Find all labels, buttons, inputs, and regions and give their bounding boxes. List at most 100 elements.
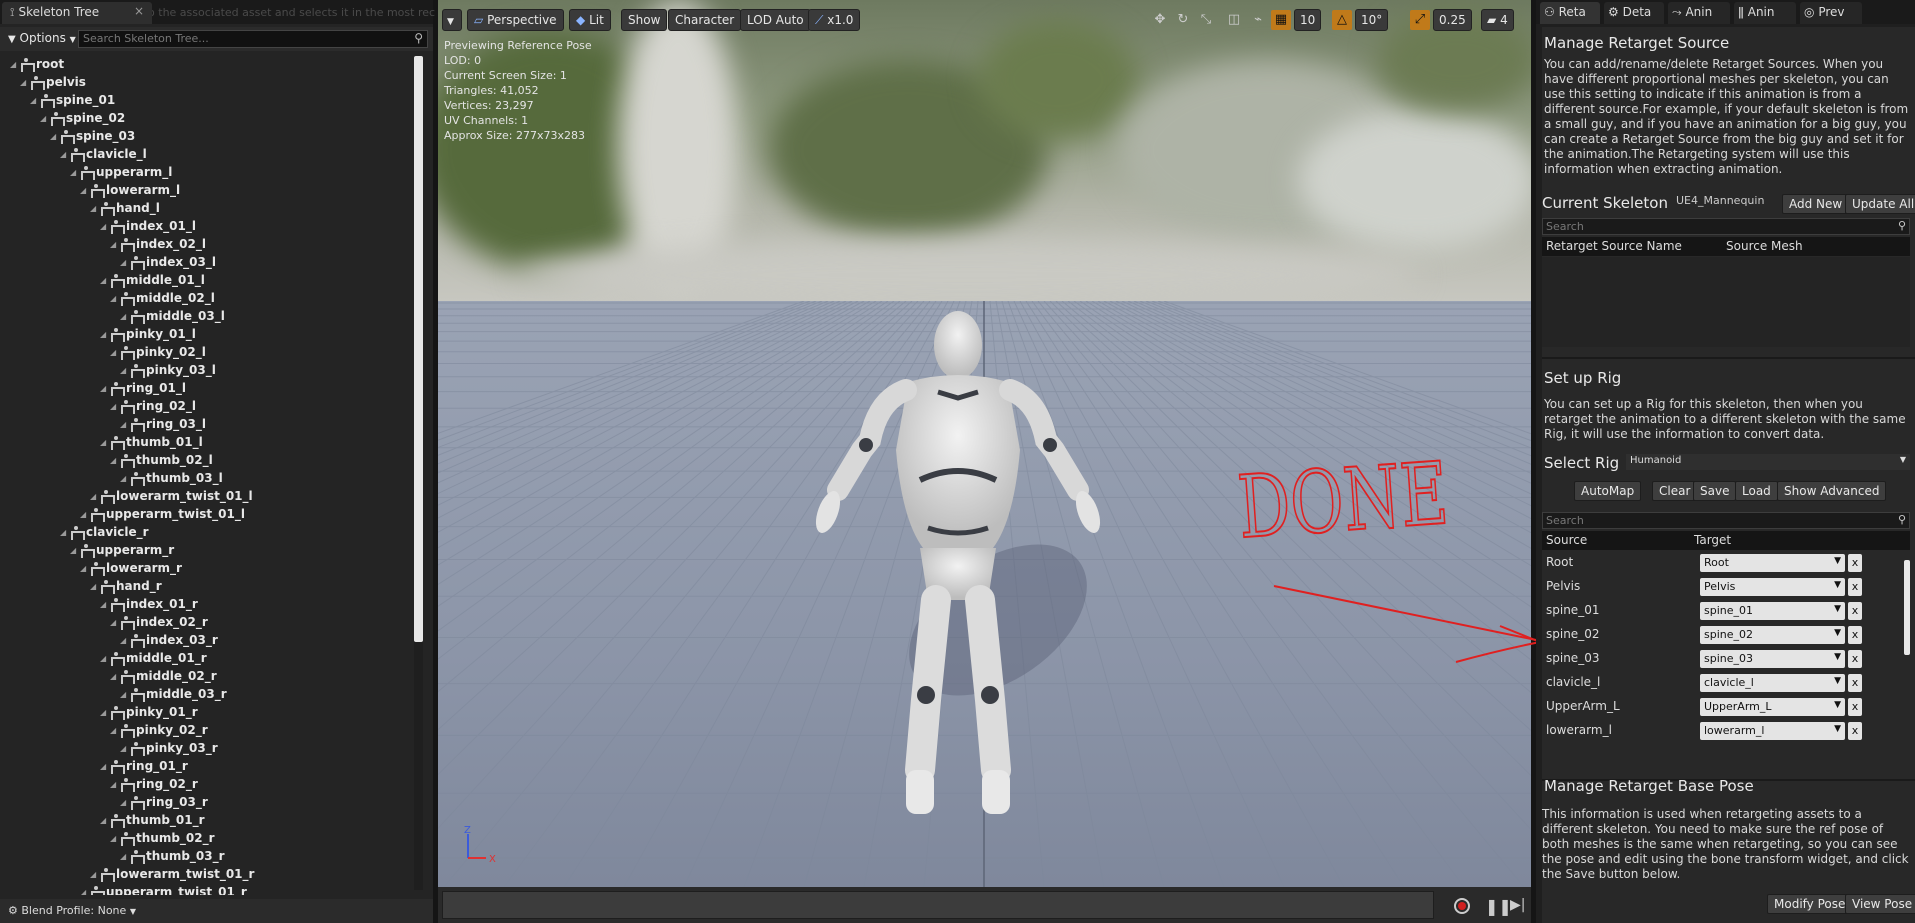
expand-arrow-icon[interactable]: ◢ (120, 254, 130, 272)
expand-arrow-icon[interactable]: ◢ (100, 704, 110, 722)
rig-target-select[interactable]: spine_03 ▼ (1700, 650, 1845, 668)
modify-pose-button[interactable]: Modify Pose (1767, 894, 1853, 914)
timeline-scrubber[interactable] (442, 891, 1434, 919)
expand-arrow-icon[interactable]: ◢ (70, 164, 80, 182)
expand-arrow-icon[interactable]: ◢ (100, 272, 110, 290)
character-button[interactable]: Character (668, 9, 742, 31)
rig-target-select[interactable]: UpperArm_L ▼ (1700, 698, 1845, 716)
rig-select[interactable]: Humanoid ▼ (1626, 454, 1910, 470)
expand-arrow-icon[interactable]: ◢ (110, 236, 120, 254)
tree-bone-item[interactable]: ◢ lowerarm_r (80, 559, 182, 577)
load-rig-button[interactable]: Load (1735, 481, 1778, 501)
rig-search[interactable]: Search ⚲ (1542, 512, 1910, 529)
tree-bone-item[interactable]: ◢ ring_02_l (110, 397, 196, 415)
playback-speed-button[interactable]: ⟋ x1.0 (808, 9, 861, 31)
expand-arrow-icon[interactable]: ◢ (110, 722, 120, 740)
tree-bone-item[interactable]: ◢ upperarm_twist_01_l (80, 505, 245, 523)
expand-arrow-icon[interactable]: ◢ (100, 434, 110, 452)
tree-bone-item[interactable]: ◢ thumb_01_r (100, 811, 205, 829)
tree-bone-item[interactable]: ◢ index_01_l (100, 217, 196, 235)
viewport-options-button[interactable]: ▼ (442, 9, 462, 31)
expand-arrow-icon[interactable]: ◢ (70, 542, 80, 560)
rig-target-select[interactable]: spine_02 ▼ (1700, 626, 1845, 644)
add-new-button[interactable]: Add New (1782, 194, 1850, 214)
expand-arrow-icon[interactable]: ◢ (90, 200, 100, 218)
tree-bone-item[interactable]: ◢ pinky_01_l (100, 325, 196, 343)
tree-bone-item[interactable]: ◢ ring_03_r (120, 793, 208, 811)
tree-bone-item[interactable]: ◢ index_03_r (120, 631, 218, 649)
tree-bone-item[interactable]: ◢ index_03_l (120, 253, 216, 271)
surface-snap-icon[interactable]: ⌁ (1248, 10, 1268, 30)
rig-target-select[interactable]: lowerarm_l ▼ (1700, 722, 1845, 740)
tree-bone-item[interactable]: ◢ upperarm_twist_01_r (80, 883, 247, 895)
tree-bone-item[interactable]: ◢ clavicle_l (60, 145, 147, 163)
expand-arrow-icon[interactable]: ◢ (120, 416, 130, 434)
tree-bone-item[interactable]: ◢ index_01_r (100, 595, 198, 613)
tree-bone-item[interactable]: ◢ middle_03_l (120, 307, 225, 325)
tree-bone-item[interactable]: ◢ index_02_r (110, 613, 208, 631)
expand-arrow-icon[interactable]: ◢ (110, 830, 120, 848)
expand-arrow-icon[interactable]: ◢ (100, 596, 110, 614)
expand-arrow-icon[interactable]: ◢ (30, 92, 40, 110)
tree-bone-item[interactable]: ◢ lowerarm_twist_01_r (90, 865, 254, 883)
update-all-button[interactable]: Update All (1845, 194, 1915, 214)
clear-mapping-button[interactable]: x (1848, 626, 1862, 644)
clear-mapping-button[interactable]: x (1848, 578, 1862, 596)
expand-arrow-icon[interactable]: ◢ (80, 884, 90, 896)
tree-bone-item[interactable]: ◢ spine_02 (40, 109, 125, 127)
clear-mapping-button[interactable]: x (1848, 674, 1862, 692)
tree-bone-item[interactable]: ◢ pelvis (20, 73, 86, 91)
expand-arrow-icon[interactable]: ◢ (100, 218, 110, 236)
tree-bone-item[interactable]: ◢ hand_l (90, 199, 160, 217)
expand-arrow-icon[interactable]: ◢ (40, 110, 50, 128)
rig-target-select[interactable]: Root ▼ (1700, 554, 1845, 572)
expand-arrow-icon[interactable]: ◢ (90, 488, 100, 506)
expand-arrow-icon[interactable]: ◢ (100, 812, 110, 830)
expand-arrow-icon[interactable]: ◢ (120, 308, 130, 326)
expand-arrow-icon[interactable]: ◢ (120, 362, 130, 380)
record-icon[interactable] (1454, 898, 1470, 914)
grid-snap-value[interactable]: 10 (1294, 9, 1322, 31)
clear-mapping-button[interactable]: x (1848, 602, 1862, 620)
tree-bone-item[interactable]: ◢ ring_01_l (100, 379, 186, 397)
expand-arrow-icon[interactable]: ◢ (120, 632, 130, 650)
perspective-button[interactable]: ▱ Perspective (467, 9, 564, 31)
tree-bone-item[interactable]: ◢ middle_01_r (100, 649, 207, 667)
save-rig-button[interactable]: Save (1693, 481, 1737, 501)
close-tab-icon[interactable]: × (134, 4, 144, 18)
expand-arrow-icon[interactable]: ◢ (10, 56, 20, 74)
tab-details[interactable]: ⚙ Deta (1604, 2, 1664, 24)
expand-arrow-icon[interactable]: ◢ (110, 290, 120, 308)
expand-arrow-icon[interactable]: ◢ (80, 506, 90, 524)
tree-bone-item[interactable]: ◢ thumb_01_l (100, 433, 203, 451)
tree-bone-item[interactable]: ◢ root (10, 55, 64, 73)
tree-bone-item[interactable]: ◢ upperarm_l (70, 163, 172, 181)
automap-button[interactable]: AutoMap (1574, 481, 1642, 501)
scale-snap-value[interactable]: 0.25 (1433, 9, 1472, 31)
expand-arrow-icon[interactable]: ◢ (60, 146, 70, 164)
show-advanced-button[interactable]: Show Advanced (1777, 481, 1887, 501)
tree-bone-item[interactable]: ◢ pinky_03_l (120, 361, 216, 379)
tree-bone-item[interactable]: ◢ middle_03_r (120, 685, 227, 703)
tree-bone-item[interactable]: ◢ thumb_03_l (120, 469, 223, 487)
tree-bone-item[interactable]: ◢ thumb_03_r (120, 847, 225, 865)
expand-arrow-icon[interactable]: ◢ (90, 578, 100, 596)
tree-bone-item[interactable]: ◢ thumb_02_r (110, 829, 215, 847)
expand-arrow-icon[interactable]: ◢ (120, 848, 130, 866)
expand-arrow-icon[interactable]: ◢ (100, 326, 110, 344)
clear-mapping-button[interactable]: x (1848, 554, 1862, 572)
tree-bone-item[interactable]: ◢ index_02_l (110, 235, 206, 253)
expand-arrow-icon[interactable]: ◢ (110, 344, 120, 362)
tab-anim-notifies[interactable]: ⤳ Anin (1668, 2, 1730, 24)
camera-speed-button[interactable]: ▰ 4 (1481, 9, 1514, 31)
tree-bone-item[interactable]: ◢ thumb_02_l (110, 451, 213, 469)
tree-bone-item[interactable]: ◢ spine_03 (50, 127, 135, 145)
expand-arrow-icon[interactable]: ◢ (120, 740, 130, 758)
skeleton-search-input[interactable]: Search Skeleton Tree... ⚲ (78, 30, 428, 48)
rig-list-scrollbar[interactable] (1904, 560, 1910, 655)
tree-bone-item[interactable]: ◢ ring_02_r (110, 775, 198, 793)
scale-icon[interactable]: ⤡ (1196, 10, 1216, 30)
expand-arrow-icon[interactable]: ◢ (120, 686, 130, 704)
tree-bone-item[interactable]: ◢ pinky_03_r (120, 739, 218, 757)
tree-bone-item[interactable]: ◢ pinky_02_r (110, 721, 208, 739)
